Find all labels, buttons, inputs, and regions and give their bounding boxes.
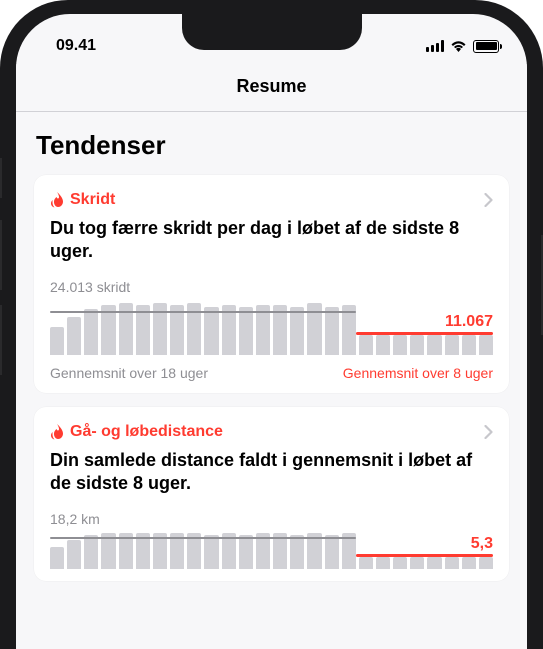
bar-chart: 5,3	[50, 529, 493, 569]
steps-chart: 24.013 skridt 11.067 Gennemsnit over 18 …	[50, 279, 493, 381]
trend-card-steps[interactable]: Skridt Du tog færre skridt per dag i løb…	[34, 175, 509, 393]
volume-down-button	[0, 305, 2, 375]
card-header: Skridt	[50, 191, 493, 209]
content-area[interactable]: Tendenser Skridt Du tog færre skridt per…	[16, 112, 527, 581]
phone-frame: 09.41 Resume Tendenser	[0, 0, 543, 649]
card-label: Skridt	[70, 191, 115, 209]
avg-18w-label: 18,2 km	[50, 511, 493, 527]
chart-footer: Gennemsnit over 18 uger Gennemsnit over …	[50, 365, 493, 381]
flame-icon	[50, 192, 64, 208]
footer-8w: Gennemsnit over 8 uger	[343, 365, 493, 381]
avg-18w-line	[50, 537, 356, 539]
cellular-icon	[426, 40, 444, 52]
screen: 09.41 Resume Tendenser	[16, 14, 527, 649]
bar-chart: 11.067	[50, 297, 493, 355]
wifi-icon	[450, 40, 467, 52]
notch	[182, 14, 362, 50]
trend-card-distance[interactable]: Gå- og løbedistance Din samlede distance…	[34, 407, 509, 581]
chevron-right-icon	[484, 193, 493, 207]
flame-icon	[50, 424, 64, 440]
avg-8w-value: 11.067	[445, 313, 493, 331]
card-header: Gå- og løbedistance	[50, 423, 493, 441]
card-description: Din samlede distance faldt i gennemsnit …	[50, 449, 493, 495]
avg-8w-line	[356, 332, 493, 335]
status-indicators	[426, 40, 499, 53]
avg-8w-value: 5,3	[471, 535, 493, 553]
nav-header: Resume	[16, 64, 527, 112]
section-title: Tendenser	[34, 130, 509, 161]
battery-icon	[473, 40, 499, 53]
avg-18w-line	[50, 311, 356, 313]
status-time: 09.41	[56, 37, 96, 55]
card-label: Gå- og løbedistance	[70, 423, 223, 441]
avg-8w-line	[356, 554, 493, 557]
card-description: Du tog færre skridt per dag i løbet af d…	[50, 217, 493, 263]
mute-switch	[0, 158, 2, 198]
distance-chart: 18,2 km 5,3	[50, 511, 493, 569]
avg-18w-label: 24.013 skridt	[50, 279, 493, 295]
chevron-right-icon	[484, 425, 493, 439]
page-title: Resume	[16, 76, 527, 97]
volume-up-button	[0, 220, 2, 290]
footer-18w: Gennemsnit over 18 uger	[50, 365, 208, 381]
